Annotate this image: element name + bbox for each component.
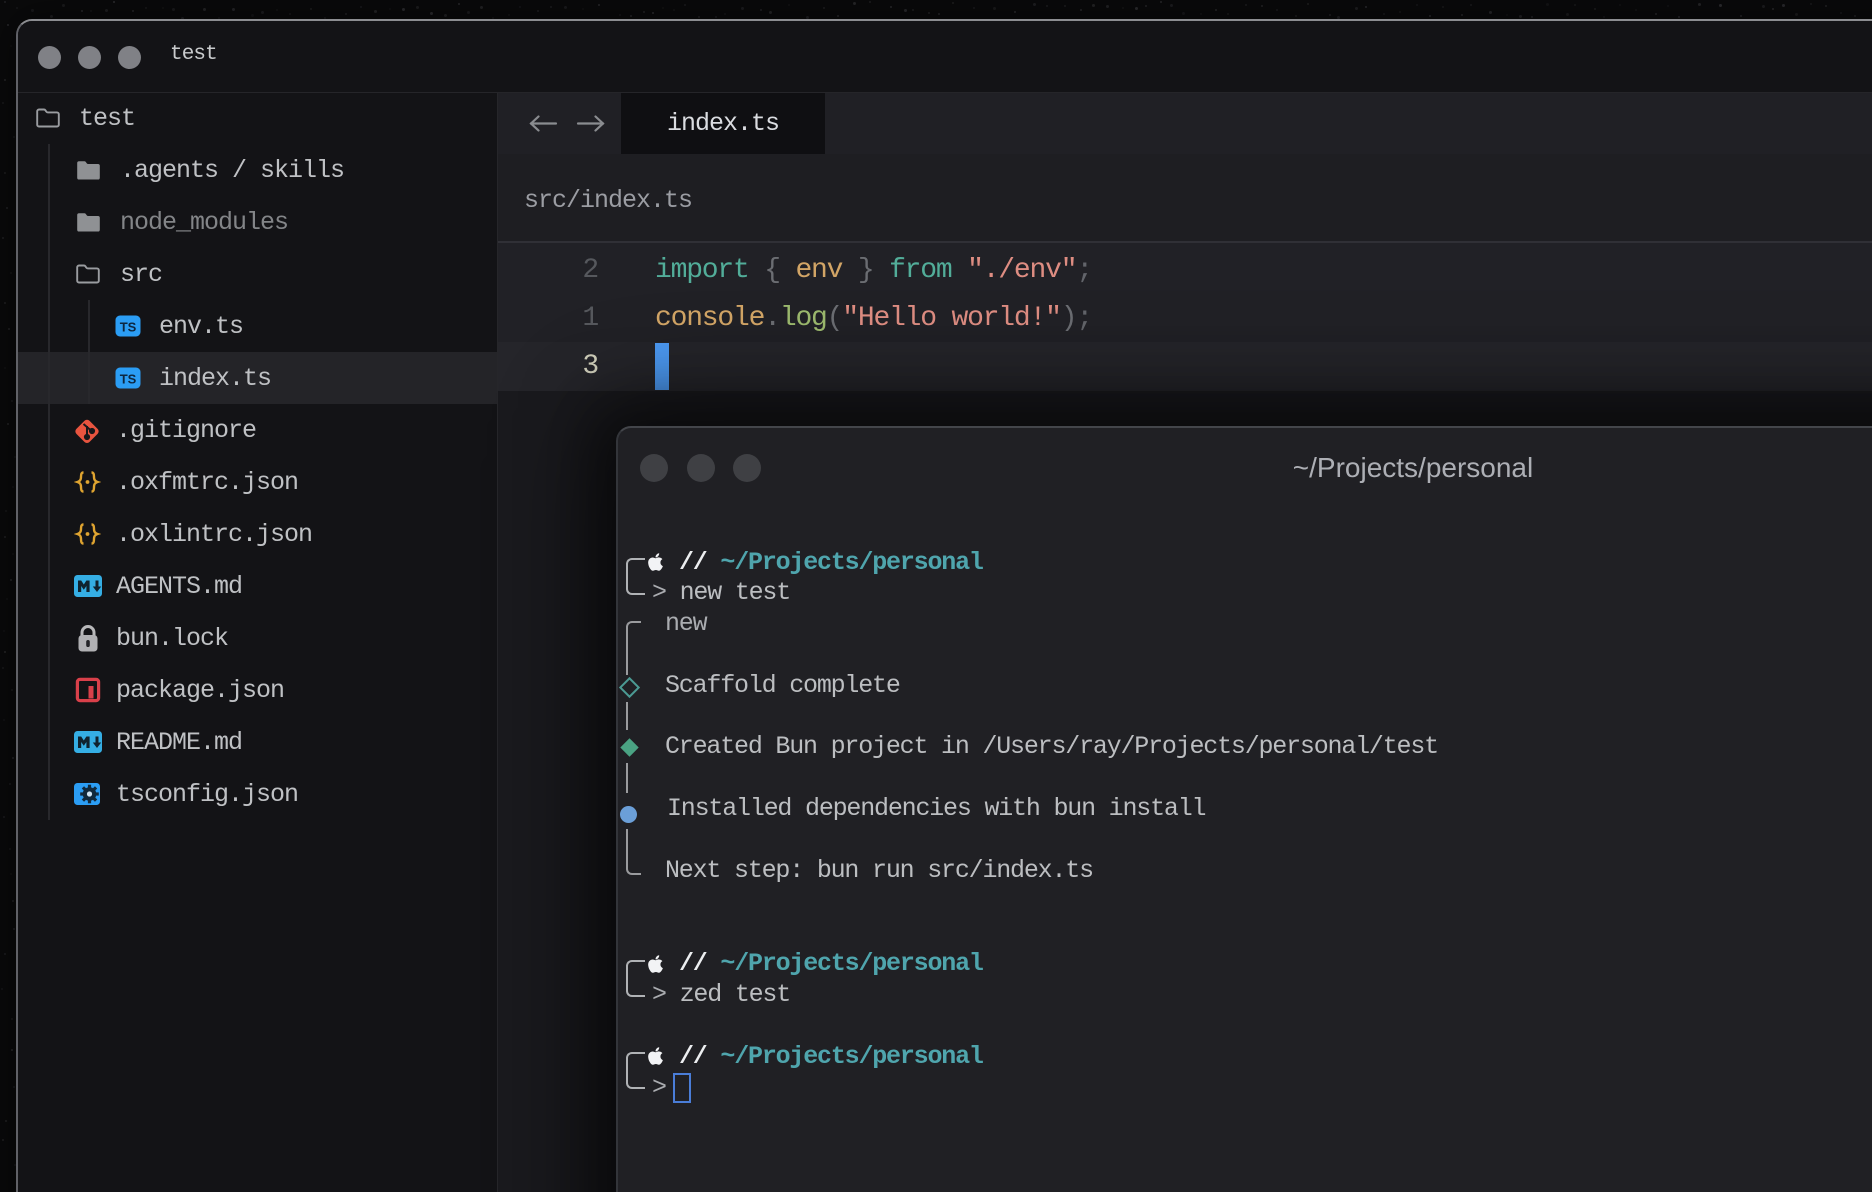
svg-text:TS: TS bbox=[120, 372, 137, 387]
svg-text:TS: TS bbox=[120, 320, 137, 335]
